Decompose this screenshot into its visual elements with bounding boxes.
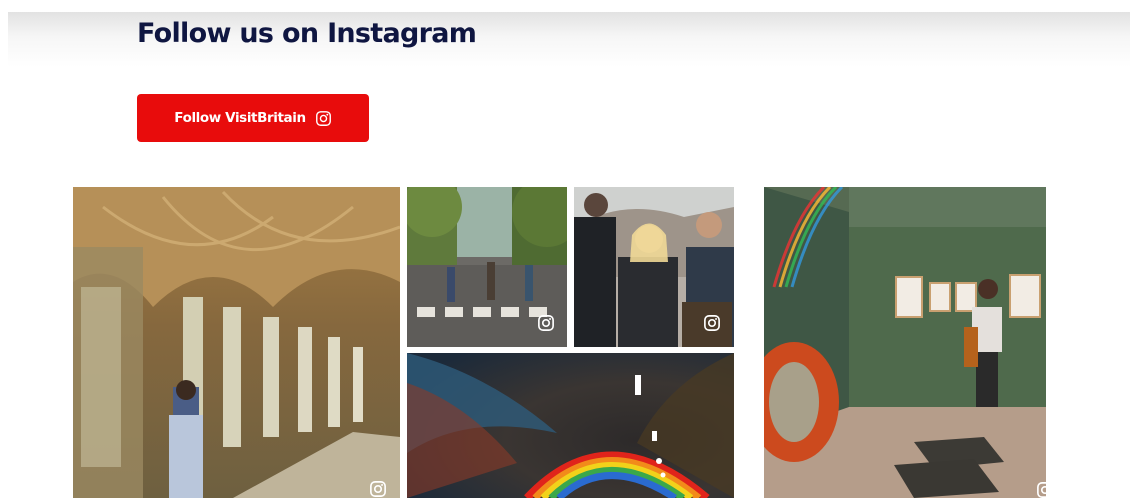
instagram-post-gallery[interactable] xyxy=(764,187,1046,498)
instagram-post-cloister[interactable] xyxy=(73,187,400,498)
instagram-icon xyxy=(1036,481,1046,498)
gallery-photo xyxy=(764,187,1046,498)
instagram-icon xyxy=(703,314,721,336)
section-heading: Follow us on Instagram xyxy=(137,18,477,49)
follow-button-label: Follow VisitBritain xyxy=(174,110,306,126)
tunnel-photo xyxy=(407,353,734,498)
follow-visitbritain-button[interactable]: Follow VisitBritain xyxy=(137,94,369,142)
instagram-post-crossing[interactable] xyxy=(407,187,567,347)
instagram-icon xyxy=(315,110,332,127)
instagram-icon xyxy=(537,314,555,336)
cloister-photo xyxy=(73,187,400,498)
instagram-post-group[interactable] xyxy=(574,187,734,347)
instagram-icon xyxy=(369,480,387,498)
instagram-post-tunnel[interactable] xyxy=(407,353,734,498)
